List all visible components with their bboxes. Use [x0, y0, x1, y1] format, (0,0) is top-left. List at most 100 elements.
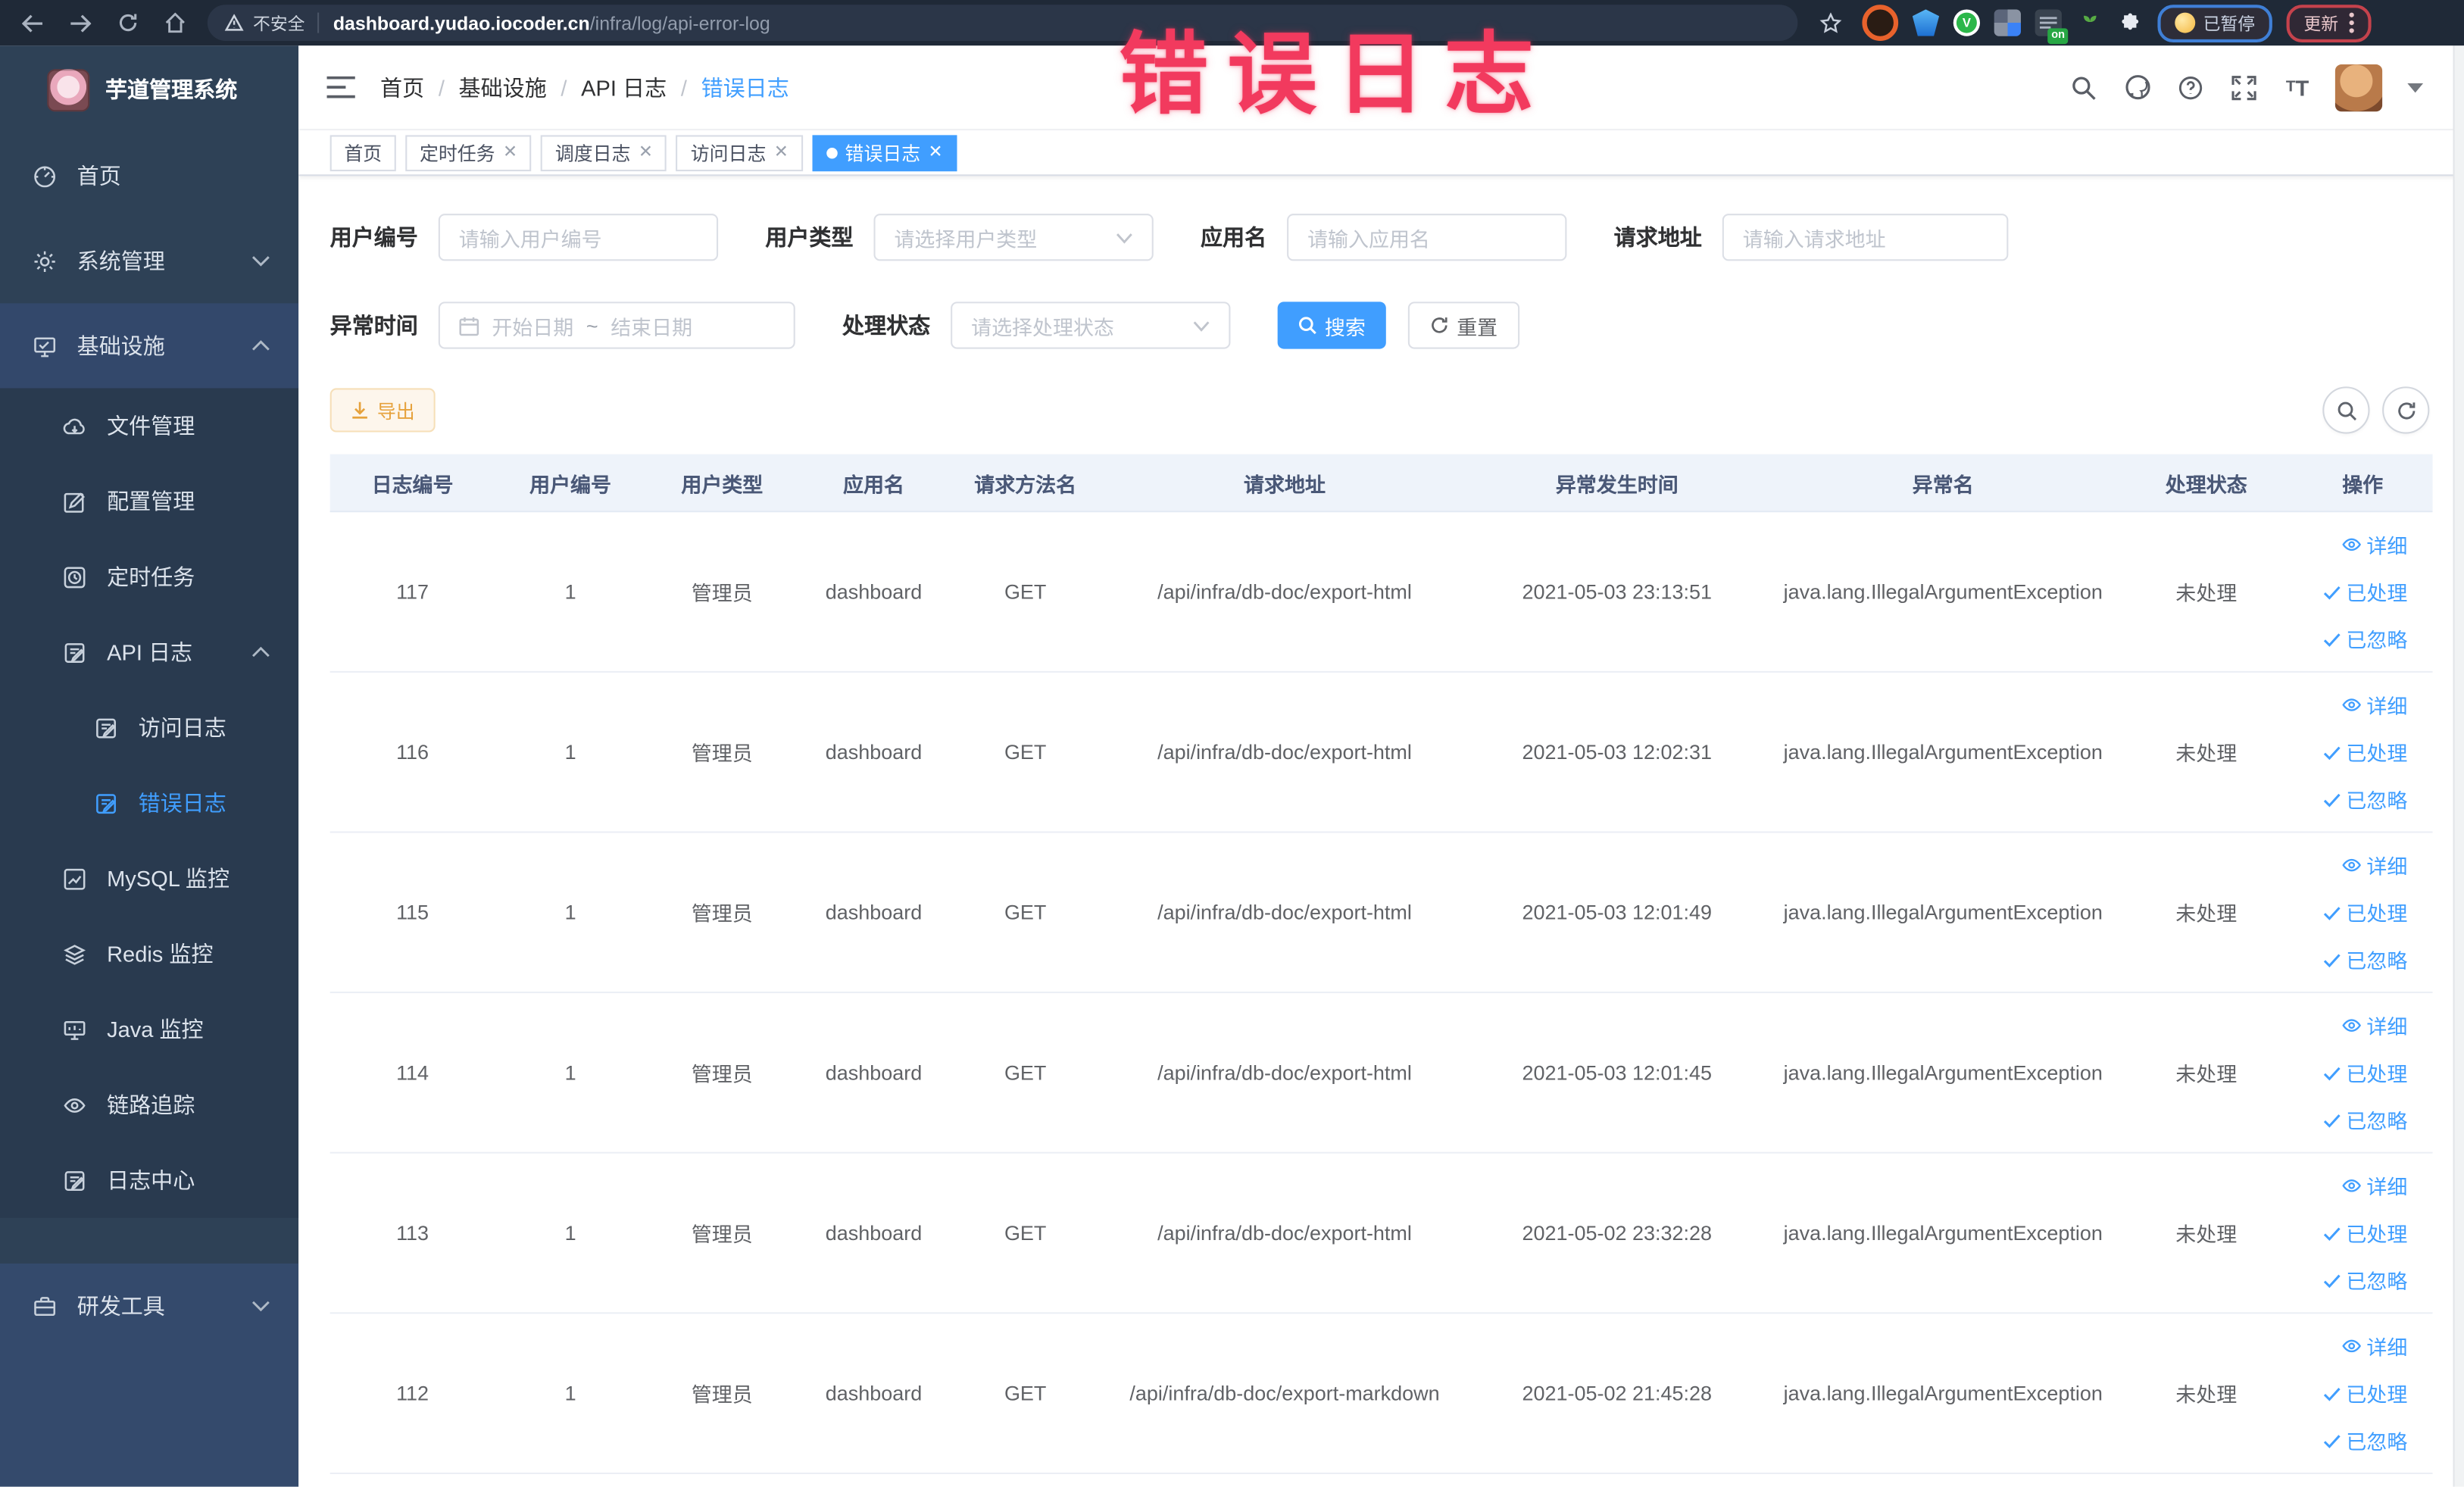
cell-method: GET	[1004, 1061, 1047, 1085]
github-icon[interactable]	[2122, 71, 2153, 102]
user-id-input[interactable]: 请输入用户编号	[438, 214, 719, 261]
processed-link[interactable]: 已处理	[2322, 737, 2407, 767]
ignored-link[interactable]: 已忽略	[2322, 1265, 2407, 1295]
security-label[interactable]: 不安全	[253, 10, 304, 35]
sidebar-item-system[interactable]: 系统管理	[0, 218, 298, 303]
url-text[interactable]: dashboard.yudao.iocoder.cn/infra/log/api…	[333, 12, 770, 34]
column-header: 操作	[2342, 472, 2384, 496]
request-url-input[interactable]: 请输入请求地址	[1722, 214, 2009, 261]
detail-link[interactable]: 详细	[2341, 690, 2407, 720]
search-button[interactable]: 搜索	[1277, 301, 1386, 349]
action-label: 已处理	[2346, 1223, 2408, 1247]
back-icon[interactable]	[16, 5, 51, 40]
action-label: 已处理	[2346, 1062, 2408, 1086]
sidebar-item-java[interactable]: Java 监控	[0, 992, 298, 1067]
ignored-link[interactable]: 已忽略	[2322, 1426, 2407, 1455]
processed-link[interactable]: 已处理	[2322, 1378, 2407, 1407]
home-icon[interactable]	[157, 5, 192, 40]
filter-user-id: 用户编号 请输入用户编号	[329, 214, 719, 261]
extension-icon-orange-ring[interactable]	[1862, 5, 1899, 41]
cell-status: 未处理	[2175, 742, 2238, 766]
search-icon[interactable]	[2068, 71, 2099, 102]
user-id-label: 用户编号	[329, 224, 418, 250]
app-logo-row[interactable]: 芋道管理系统	[0, 45, 298, 133]
divider	[317, 12, 320, 33]
breadcrumb-item[interactable]: 基础设施	[459, 71, 547, 102]
tab-错误日志[interactable]: 错误日志 ✕	[811, 134, 957, 171]
extension-icon-green-v[interactable]: V	[1953, 9, 1981, 36]
sidebar-item-home[interactable]: 首页	[0, 133, 298, 218]
detail-link[interactable]: 详细	[2341, 1011, 2407, 1040]
user-type-select[interactable]: 请选择用户类型	[873, 214, 1154, 261]
sidebar-item-mysql[interactable]: MySQL 监控	[0, 841, 298, 917]
close-icon[interactable]: ✕	[774, 143, 789, 161]
sidebar-item-api-log[interactable]: API 日志	[0, 614, 298, 690]
extensions-puzzle-icon[interactable]	[2117, 9, 2144, 36]
avatar[interactable]	[2334, 64, 2383, 111]
close-icon[interactable]: ✕	[929, 143, 943, 161]
forward-icon[interactable]	[63, 5, 98, 40]
tab-调度日志[interactable]: 调度日志 ✕	[541, 134, 667, 171]
sidebar-item-infra[interactable]: 基础设施	[0, 303, 299, 389]
cell-method: GET	[1004, 900, 1047, 924]
tab-定时任务[interactable]: 定时任务 ✕	[405, 134, 532, 171]
sidebar-item-job[interactable]: 定时任务	[0, 539, 298, 615]
sidebar-item-log-center[interactable]: 日志中心	[0, 1142, 298, 1218]
user-menu-caret-icon[interactable]	[2407, 82, 2424, 92]
sidebar-item-access-log[interactable]: 访问日志	[0, 690, 298, 766]
toggle-search-button[interactable]	[2322, 386, 2370, 434]
sidebar-item-label: 链路追踪	[107, 1092, 195, 1118]
processed-link[interactable]: 已处理	[2322, 898, 2407, 927]
font-size-icon[interactable]: TT	[2281, 71, 2313, 102]
help-icon[interactable]	[2175, 71, 2206, 102]
tab-访问日志[interactable]: 访问日志 ✕	[676, 134, 803, 171]
detail-link[interactable]: 详细	[2341, 1171, 2407, 1201]
action-label: 已忽略	[2346, 789, 2408, 813]
bookmark-star-icon[interactable]	[1813, 5, 1848, 40]
processed-link[interactable]: 已处理	[2322, 1218, 2407, 1248]
sidebar-item-config[interactable]: 配置管理	[0, 464, 298, 539]
detail-link[interactable]: 详细	[2341, 850, 2407, 879]
export-button[interactable]: 导出	[329, 388, 436, 433]
extension-icon-sprout[interactable]	[2076, 9, 2103, 36]
extension-icon-blue-shield[interactable]	[1912, 9, 1940, 36]
ignored-link[interactable]: 已忽略	[2322, 624, 2407, 654]
chrome-update-badge[interactable]: 更新	[2286, 4, 2372, 42]
cell-user_id: 1	[564, 1381, 576, 1405]
processed-link[interactable]: 已处理	[2322, 1057, 2407, 1087]
ignored-link[interactable]: 已忽略	[2322, 945, 2407, 974]
reload-icon[interactable]	[110, 5, 145, 40]
refresh-table-button[interactable]	[2382, 386, 2430, 434]
breadcrumb-item[interactable]: 首页	[380, 71, 424, 102]
action-label: 已忽略	[2346, 628, 2408, 652]
cell-url: /api/infra/db-doc/export-markdown	[1129, 1381, 1440, 1405]
app-name-input[interactable]: 请输入应用名	[1287, 214, 1567, 261]
fullscreen-icon[interactable]	[2228, 71, 2259, 102]
tab-首页[interactable]: 首页	[329, 134, 396, 171]
reset-button[interactable]: 重置	[1407, 301, 1520, 349]
address-bar[interactable]: 不安全 dashboard.yudao.iocoder.cn/infra/log…	[207, 5, 1798, 41]
ignored-link[interactable]: 已忽略	[2322, 784, 2407, 814]
detail-link[interactable]: 详细	[2341, 1331, 2407, 1360]
process-status-select[interactable]: 请选择处理状态	[951, 301, 1231, 349]
security-warning-icon[interactable]	[223, 5, 245, 40]
processed-link[interactable]: 已处理	[2322, 576, 2407, 606]
close-icon[interactable]: ✕	[503, 143, 517, 161]
sidebar-item-file[interactable]: 文件管理	[0, 388, 298, 464]
breadcrumb-item[interactable]: API 日志	[581, 71, 667, 102]
cell-user_id: 1	[564, 1061, 576, 1085]
extension-icon-grid[interactable]	[1994, 9, 2021, 36]
sidebar-item-error-log[interactable]: 错误日志	[0, 765, 298, 841]
sidebar-item-redis[interactable]: Redis 监控	[0, 917, 298, 992]
extension-icon-switch[interactable]: on	[2035, 9, 2069, 45]
close-icon[interactable]: ✕	[639, 143, 653, 161]
sidebar-item-trace[interactable]: 链路追踪	[0, 1067, 298, 1143]
ignored-link[interactable]: 已忽略	[2322, 1104, 2407, 1134]
page-scrollbar[interactable]	[2453, 45, 2464, 1487]
detail-link[interactable]: 详细	[2341, 530, 2407, 559]
sidebar-item-devtools[interactable]: 研发工具	[0, 1264, 298, 1348]
hamburger-icon[interactable]	[326, 76, 355, 99]
profile-paused-badge[interactable]: 已暂停	[2157, 4, 2272, 42]
browser-menu-icon[interactable]	[2349, 12, 2354, 33]
date-range-picker[interactable]: 开始日期 ~ 结束日期	[438, 301, 795, 349]
